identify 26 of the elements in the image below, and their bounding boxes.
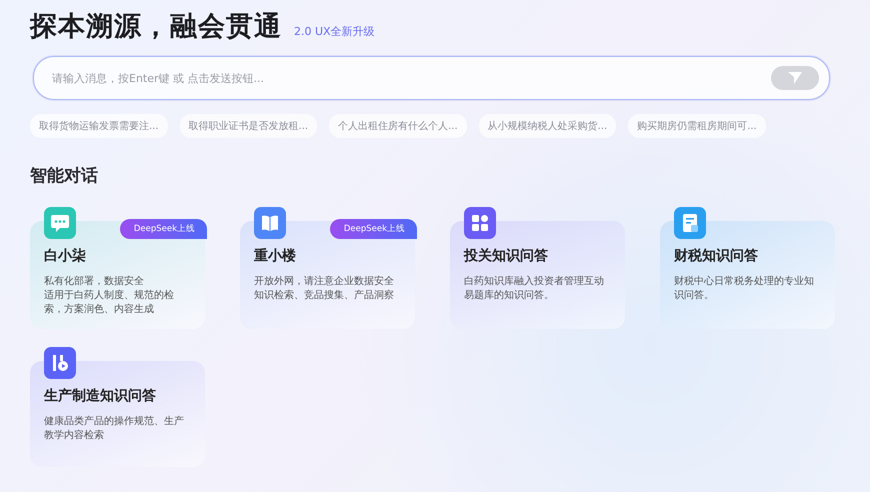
send-button[interactable] [771, 66, 819, 90]
card-title: 重小楼 [254, 247, 297, 265]
card-title: 财税知识问答 [674, 247, 759, 265]
card-description: 健康品类产品的操作规范、生产教学内容检索 [44, 415, 185, 443]
card-title: 投关知识问答 [464, 247, 549, 265]
assistant-card[interactable]: 生产制造知识问答 健康品类产品的操作规范、生产教学内容检索 [30, 347, 205, 467]
card-title: 生产制造知识问答 [44, 387, 157, 405]
assistant-card[interactable]: DeepSeek上线 白小柒 私有化部署，数据安全 适用于白药人制度、规范的检索，方案润色、内容生成 [30, 207, 205, 329]
card-description: 私有化部署，数据安全 [44, 275, 145, 289]
card-description: 财税中心日常税务处理的专业知识问答。 [674, 275, 815, 303]
model-badge: DeepSeek上线 [330, 219, 417, 239]
input-bar[interactable]: 请输入消息，按Enter键 或 点击发送按钮... [33, 56, 830, 100]
model-badge: DeepSeek上线 [120, 219, 207, 239]
page-title: 探本溯源，融会贯通 [30, 10, 282, 44]
message-input[interactable]: 请输入消息，按Enter键 或 点击发送按钮... [50, 70, 771, 86]
card-description: 知识检索、竞品搜集、产品洞察 [254, 289, 395, 303]
assistant-card[interactable]: 财税知识问答 财税中心日常税务处理的专业知识问答。 [660, 207, 835, 329]
card-description: 白药知识库融入投资者管理互动易题库的知识问答。 [464, 275, 605, 303]
card-description: 开放外网，请注意企业数据安全 [254, 275, 395, 289]
card-title: 白小柒 [44, 247, 87, 265]
card-description: 适用于白药人制度、规范的检索，方案润色、内容生成 [44, 289, 175, 317]
send-icon [787, 71, 803, 85]
version-tag: 2.0 UX全新升级 [294, 24, 375, 39]
assistant-card[interactable]: 投关知识问答 白药知识库融入投资者管理互动易题库的知识问答。 [450, 207, 625, 329]
section-title: 智能对话 [30, 165, 99, 187]
assistant-card[interactable]: DeepSeek上线 重小楼 开放外网，请注意企业数据安全 知识检索、竞品搜集、产品洞察 [240, 207, 415, 329]
